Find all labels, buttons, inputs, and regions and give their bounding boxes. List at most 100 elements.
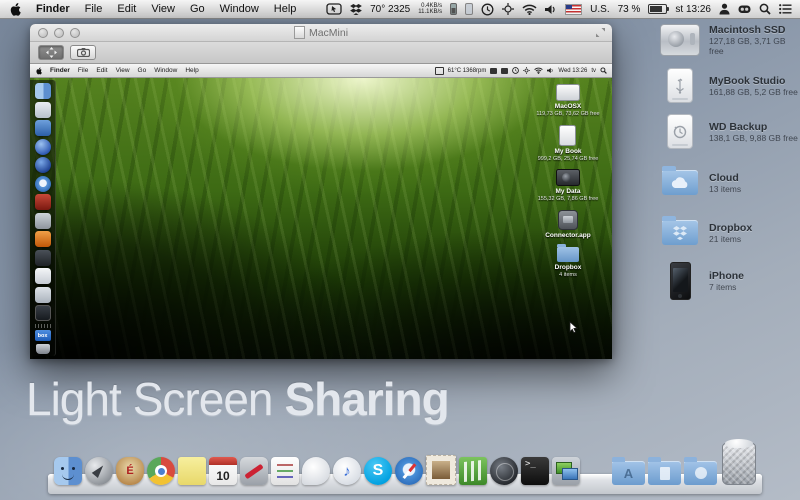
dock-launchpad-icon[interactable] — [85, 457, 113, 485]
remote-icon-macosx[interactable]: MacOSX 119,73 GB, 73,62 GB free — [536, 84, 599, 118]
remote-dock-share-icon[interactable] — [35, 120, 51, 136]
menu-extra-icon[interactable] — [738, 2, 751, 16]
remote-dock-trash-icon[interactable] — [36, 344, 50, 354]
dock-user-folder-icon[interactable] — [684, 461, 717, 485]
battery-percentage[interactable]: 73 % — [618, 4, 641, 15]
remote-dock-remote-icon[interactable] — [35, 268, 51, 284]
dock-reminders-icon[interactable] — [271, 457, 299, 485]
menu-edit[interactable]: Edit — [117, 3, 136, 15]
dock-documents-folder-icon[interactable] — [648, 461, 681, 485]
remote-monitor-icon[interactable] — [490, 68, 497, 74]
dock-safari-icon[interactable] — [395, 457, 423, 485]
menu-view[interactable]: View — [151, 3, 175, 15]
remote-desktop-wallpaper[interactable]: box MacOSX 119,73 GB, 73,62 GB free My B… — [30, 78, 612, 359]
time-machine-icon[interactable] — [481, 2, 494, 16]
remote-menu-file[interactable]: File — [78, 67, 88, 74]
dock-coffee-app-icon[interactable]: É — [116, 457, 144, 485]
dock-chrome-icon[interactable] — [147, 457, 175, 485]
dock-trash-icon[interactable] — [722, 443, 756, 485]
remote-dock-itunes-icon[interactable] — [35, 139, 51, 155]
desktop-icon-macintosh-ssd[interactable]: Macintosh SSD 127,18 GB, 3,71 GB free — [660, 24, 798, 56]
dock-stickies-icon[interactable] — [178, 457, 206, 485]
remote-clock-status[interactable]: Wed 13:26 — [558, 68, 587, 74]
remote-menu-window[interactable]: Window — [154, 67, 177, 74]
dock-cleaner-tool-icon[interactable] — [240, 457, 268, 485]
window-proxy-icon[interactable] — [294, 26, 305, 39]
menu-go[interactable]: Go — [190, 3, 205, 15]
dock-screen-sharing-icon[interactable] — [552, 457, 580, 485]
spotlight-icon[interactable] — [759, 2, 771, 16]
desktop-icon-cloud[interactable]: Cloud 13 items — [660, 170, 798, 195]
dock-terminal-icon[interactable]: >_ — [521, 457, 549, 485]
apple-icon[interactable] — [10, 2, 21, 16]
remote-apple-icon[interactable] — [36, 67, 42, 75]
dock-network-utility-icon[interactable] — [490, 457, 518, 485]
remote-volume-icon[interactable] — [547, 67, 554, 74]
remote-dock-device-icon[interactable] — [35, 287, 51, 303]
remote-menu-finder[interactable]: Finder — [50, 67, 70, 74]
remote-display-icon[interactable] — [435, 67, 444, 75]
screen-sharing-cursor-icon[interactable] — [326, 2, 342, 16]
user-icon[interactable] — [719, 2, 730, 16]
menu-finder[interactable]: Finder — [36, 3, 70, 15]
desktop-icon-dropbox[interactable]: Dropbox 21 items — [660, 220, 798, 245]
dock-finder-icon[interactable] — [54, 457, 82, 485]
remote-icon-dropbox[interactable]: Dropbox 4 items — [555, 247, 582, 279]
remote-dock-box-icon[interactable]: box — [35, 330, 51, 341]
temp-fan-status[interactable]: 70° 2325 — [370, 4, 410, 15]
battery-icon[interactable] — [648, 2, 667, 16]
desktop-icon-iphone[interactable]: iPhone 7 items — [660, 262, 798, 300]
ipad-battery-icon[interactable] — [465, 2, 473, 16]
wifi-icon[interactable] — [522, 2, 537, 16]
remote-wifi-icon[interactable] — [534, 67, 543, 74]
remote-dock-activity-monitor-icon[interactable] — [35, 305, 51, 321]
iphone-battery-icon[interactable] — [450, 2, 457, 16]
remote-screen[interactable]: Finder File Edit View Go Window Help 61°… — [30, 64, 612, 359]
remote-dock-preview-icon[interactable] — [35, 102, 51, 118]
menu-file[interactable]: File — [85, 3, 103, 15]
remote-temp-fan-status[interactable]: 61°C 1368rpm — [448, 68, 487, 74]
remote-dock-utilities-icon[interactable] — [35, 213, 51, 229]
remote-clock-icon[interactable] — [512, 67, 519, 74]
remote-menu-edit[interactable]: Edit — [96, 67, 107, 74]
desktop-icon-wd-backup[interactable]: WD Backup 138,1 GB, 9,88 GB free — [660, 114, 798, 149]
remote-tv-status[interactable]: tv — [591, 68, 596, 74]
remote-screens-icon[interactable] — [501, 68, 508, 74]
dock-messages-icon[interactable] — [302, 457, 330, 485]
dock-calendar-icon[interactable]: 10 — [209, 457, 237, 485]
fullscreen-icon[interactable] — [595, 27, 606, 38]
remote-dock-safari-icon[interactable] — [35, 176, 51, 192]
remote-icon-connector-app[interactable]: Connector.app — [545, 210, 591, 240]
remote-menu-help[interactable]: Help — [185, 67, 198, 74]
remote-dock-front-row-icon[interactable] — [35, 194, 51, 210]
dock-itunes-icon[interactable]: ♪ — [333, 457, 361, 485]
network-speed-status[interactable]: 0.4KB/s 11.1KB/s — [418, 3, 442, 15]
menu-window[interactable]: Window — [220, 3, 259, 15]
menu-help[interactable]: Help — [274, 3, 297, 15]
remote-icon-my-book[interactable]: My Book 999,2 GB, 25,74 GB free — [538, 125, 599, 163]
fit-screen-button[interactable] — [38, 45, 64, 60]
remote-dock-vlc-icon[interactable] — [35, 231, 51, 247]
notification-center-icon[interactable] — [779, 2, 792, 16]
clock-status[interactable]: st 13:26 — [675, 4, 711, 15]
window-title-bar[interactable]: MacMini — [30, 24, 612, 42]
dock-mail-icon[interactable] — [426, 455, 456, 485]
remote-dock-finder-icon[interactable] — [35, 83, 51, 99]
desktop-icon-mybook-studio[interactable]: MyBook Studio 161,88 GB, 5,2 GB free — [660, 68, 798, 103]
dock-skype-icon[interactable]: S — [364, 457, 392, 485]
screen-sharing-window[interactable]: MacMini Finder File — [30, 24, 612, 358]
remote-spotlight-icon[interactable] — [600, 67, 607, 74]
keyboard-layout-label[interactable]: U.S. — [590, 4, 609, 15]
remote-dock-photos-icon[interactable] — [35, 250, 51, 266]
dock-library-icon[interactable] — [459, 457, 487, 485]
dropbox-status-icon[interactable] — [350, 2, 362, 16]
remote-dock-network-icon[interactable] — [35, 157, 51, 173]
screenshot-button[interactable] — [70, 45, 96, 60]
remote-menu-go[interactable]: Go — [138, 67, 147, 74]
volume-icon[interactable] — [545, 2, 557, 16]
keyboard-layout-flag-icon[interactable] — [565, 2, 582, 16]
remote-icon-my-data[interactable]: My Data 155,32 GB, 7,86 GB free — [538, 169, 599, 203]
remote-crosshair-icon[interactable] — [523, 67, 530, 74]
remote-menu-view[interactable]: View — [116, 67, 130, 74]
location-crosshair-icon[interactable] — [502, 2, 514, 16]
